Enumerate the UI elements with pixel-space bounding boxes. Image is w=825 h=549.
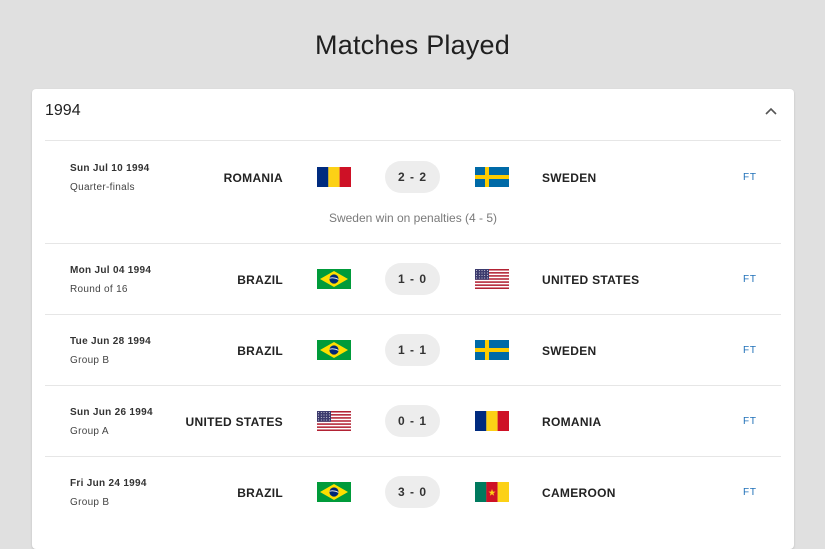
page-title: Matches Played [315, 30, 510, 60]
usa-flag-icon [317, 411, 351, 431]
match-score: 1 - 0 [385, 263, 440, 295]
match-date: Tue Jun 28 1994 [70, 336, 152, 347]
status-link[interactable]: FT [743, 345, 757, 356]
sweden-flag-icon [475, 167, 509, 187]
match-score: 1 - 1 [385, 334, 440, 366]
home-team: UNITED STATES [185, 415, 283, 429]
match-date: Sun Jun 26 1994 [70, 407, 153, 418]
away-team: SWEDEN [542, 344, 597, 358]
usa-flag-icon [475, 269, 509, 289]
match-round: Group A [70, 426, 109, 437]
away-team: CAMEROON [542, 486, 616, 500]
matches-card: 1994 Sun Jul 10 1994 Quarter-finals ROMA… [32, 89, 794, 549]
match-date: Fri Jun 24 1994 [70, 478, 147, 489]
match-row[interactable]: Sun Jul 10 1994 Quarter-finals ROMANIA 2… [45, 140, 781, 243]
brazil-flag-icon [317, 269, 351, 289]
status-link[interactable]: FT [743, 274, 757, 285]
match-score: 0 - 1 [385, 405, 440, 437]
year-panel-header[interactable]: 1994 [32, 89, 794, 133]
match-date: Sun Jul 10 1994 [70, 163, 150, 174]
romania-flag-icon [317, 167, 351, 187]
chevron-up-icon[interactable] [762, 103, 780, 119]
match-row[interactable]: Mon Jul 04 1994 Round of 16 BRAZIL 1 - 0… [45, 243, 781, 314]
home-team: ROMANIA [223, 171, 283, 185]
match-score: 3 - 0 [385, 476, 440, 508]
match-round: Group B [70, 497, 110, 508]
sweden-flag-icon [475, 340, 509, 360]
romania-flag-icon [475, 411, 509, 431]
away-team: ROMANIA [542, 415, 602, 429]
away-team: SWEDEN [542, 171, 597, 185]
match-date: Mon Jul 04 1994 [70, 265, 152, 276]
status-link[interactable]: FT [743, 416, 757, 427]
match-round: Group B [70, 355, 110, 366]
match-row[interactable]: Sun Jun 26 1994 Group A UNITED STATES 0 … [45, 385, 781, 456]
home-team: BRAZIL [237, 273, 283, 287]
status-link[interactable]: FT [743, 487, 757, 498]
match-round: Quarter-finals [70, 182, 135, 193]
match-round: Round of 16 [70, 284, 128, 295]
away-team: UNITED STATES [542, 273, 640, 287]
cameroon-flag-icon [475, 482, 509, 502]
match-row[interactable]: Tue Jun 28 1994 Group B BRAZIL 1 - 1 SWE… [45, 314, 781, 385]
status-link[interactable]: FT [743, 172, 757, 183]
home-team: BRAZIL [237, 344, 283, 358]
brazil-flag-icon [317, 340, 351, 360]
home-team: BRAZIL [237, 486, 283, 500]
match-row[interactable]: Fri Jun 24 1994 Group B BRAZIL 3 - 0 CAM… [45, 456, 781, 527]
year-label: 1994 [45, 102, 81, 119]
match-score: 2 - 2 [385, 161, 440, 193]
brazil-flag-icon [317, 482, 351, 502]
penalty-note: Sweden win on penalties (4 - 5) [328, 211, 498, 225]
